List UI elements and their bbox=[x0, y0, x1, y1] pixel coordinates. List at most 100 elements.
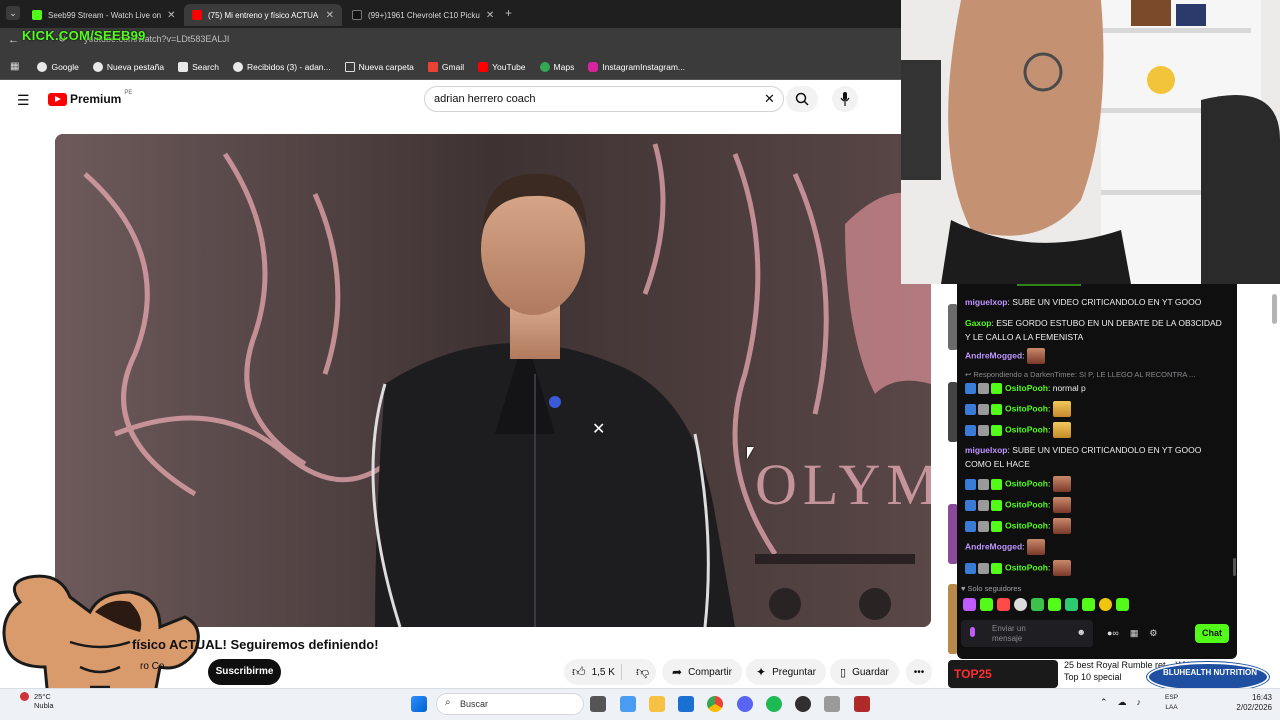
like-button[interactable]: 👍︎ 1,5 K bbox=[564, 664, 622, 680]
cloud-icon[interactable]: ☁ bbox=[1118, 697, 1127, 708]
emote-button[interactable] bbox=[1031, 598, 1044, 611]
kick-favicon-icon bbox=[32, 10, 42, 20]
clock[interactable]: 16:43 2/02/2026 bbox=[1222, 693, 1272, 713]
video-title: físico ACTUAL! Seguiremos definiendo! bbox=[132, 637, 379, 652]
chat-emote bbox=[1052, 422, 1071, 438]
emote-button[interactable] bbox=[1082, 598, 1095, 611]
search-icon bbox=[178, 61, 189, 72]
weather-widget[interactable]: 25°C Nubla bbox=[20, 692, 54, 710]
points-icon[interactable]: ●∞ bbox=[1107, 628, 1119, 639]
file-explorer-icon[interactable] bbox=[649, 696, 665, 712]
emote-button[interactable] bbox=[1014, 598, 1027, 611]
bookmark-search[interactable]: Search bbox=[178, 61, 219, 72]
taskbar bbox=[0, 688, 1280, 720]
task-view-icon[interactable] bbox=[590, 696, 606, 712]
browser-tab-youtube[interactable]: (75) Mi entreno y físico ACTUA ✕ bbox=[184, 4, 342, 26]
emoji-icon[interactable]: ☻ bbox=[1077, 627, 1086, 637]
chat-message: OsitoPooh: bbox=[965, 497, 1227, 513]
chevron-up-icon[interactable]: ⌃ bbox=[1100, 697, 1108, 708]
emote-button[interactable] bbox=[1116, 598, 1129, 611]
chat-message: OsitoPooh: bbox=[965, 476, 1227, 492]
emote-button[interactable] bbox=[1099, 598, 1112, 611]
chat-message: Gaxop: ESE GORDO ESTUBO EN UN DEBATE DE … bbox=[965, 318, 1222, 342]
bookmark-gmail[interactable]: Gmail bbox=[427, 61, 464, 72]
browser-tab-tiktok[interactable]: (99+)1961 Chevrolet C10 Picku ✕ bbox=[344, 4, 496, 26]
chrome-icon[interactable] bbox=[707, 696, 723, 712]
discord-icon[interactable] bbox=[737, 696, 753, 712]
close-tab-icon[interactable]: ✕ bbox=[167, 10, 175, 21]
language-indicator[interactable]: ESP LAA bbox=[1165, 693, 1178, 713]
emote-button[interactable] bbox=[1048, 598, 1061, 611]
store-icon[interactable] bbox=[620, 696, 636, 712]
emote-button[interactable] bbox=[980, 598, 993, 611]
bookmark-new-tab[interactable]: Nueva pestaña bbox=[92, 61, 164, 72]
close-tab-icon[interactable]: ✕ bbox=[326, 10, 334, 21]
save-button[interactable]: ▯ Guardar bbox=[830, 659, 899, 685]
thumbs-up-icon: 👍︎ bbox=[572, 664, 586, 679]
microphone-icon[interactable] bbox=[970, 627, 975, 637]
app-icon[interactable] bbox=[854, 696, 870, 712]
youtube-logo[interactable]: Premium PE bbox=[48, 90, 132, 106]
gear-icon[interactable]: ⚙ bbox=[1149, 628, 1157, 639]
chat-scrollbar[interactable] bbox=[1233, 558, 1236, 576]
chat-emote bbox=[1026, 348, 1045, 364]
user-badges bbox=[965, 403, 1002, 415]
recommended-thumbnail: TOP25 bbox=[948, 660, 1058, 688]
chat-message: OsitoPooh: bbox=[965, 560, 1227, 576]
gift-icon[interactable]: ▦ bbox=[1130, 628, 1139, 639]
emote-button[interactable] bbox=[997, 598, 1010, 611]
user-badges bbox=[965, 499, 1002, 511]
chat-send-button[interactable]: Chat bbox=[1195, 624, 1229, 643]
app-icon[interactable] bbox=[824, 696, 840, 712]
chat-emote bbox=[1052, 518, 1071, 534]
windows-start-icon[interactable] bbox=[411, 696, 427, 712]
obs-icon[interactable] bbox=[795, 696, 811, 712]
share-button[interactable]: ➦ Compartir bbox=[662, 659, 742, 685]
tab-list-button[interactable]: ⌄ bbox=[6, 6, 20, 20]
menu-icon[interactable]: ☰ bbox=[17, 92, 30, 109]
close-tab-icon[interactable]: ✕ bbox=[486, 10, 494, 21]
chat-message: OsitoPooh: normal p bbox=[965, 381, 1227, 395]
voice-search-button[interactable] bbox=[832, 86, 858, 112]
user-badges bbox=[965, 478, 1002, 490]
video-player[interactable]: OLYMPO ✕ bbox=[55, 134, 931, 627]
ask-button[interactable]: ✦ Preguntar bbox=[746, 659, 826, 685]
google-icon bbox=[233, 61, 243, 72]
tab-label: (99+)1961 Chevrolet C10 Picku bbox=[368, 10, 480, 20]
emote-button[interactable] bbox=[1065, 598, 1078, 611]
new-tab-button[interactable]: + bbox=[505, 6, 512, 20]
dislike-button[interactable]: 👎︎ bbox=[628, 664, 649, 680]
chat-input[interactable]: Enviar un mensaje ☻ bbox=[961, 620, 1093, 647]
bookmark-google[interactable]: Google bbox=[37, 61, 79, 72]
bookmark-maps[interactable]: Maps bbox=[539, 61, 574, 72]
notification-badge bbox=[20, 692, 29, 701]
channel-name[interactable]: ro Co bbox=[140, 661, 164, 672]
mic-icon[interactable]: ♪ bbox=[1137, 697, 1142, 708]
search-query: adrian herrero coach bbox=[434, 93, 536, 105]
calendar-icon[interactable] bbox=[678, 696, 694, 712]
followers-only-notice: ♥ Solo seguidores bbox=[961, 584, 1022, 593]
apps-grid-icon[interactable]: ▦ bbox=[10, 61, 19, 72]
tab-label: (75) Mi entreno y físico ACTUA bbox=[208, 10, 319, 20]
spotify-icon[interactable] bbox=[766, 696, 782, 712]
page-scrollbar[interactable] bbox=[1272, 294, 1277, 324]
back-icon[interactable]: ← bbox=[8, 34, 19, 46]
bookmark-instagram[interactable]: InstagramInstagram... bbox=[588, 61, 685, 72]
date: 2/02/2026 bbox=[1236, 703, 1272, 712]
taskbar-search[interactable]: ⌕ Buscar bbox=[436, 693, 584, 715]
time: 16:43 bbox=[1251, 693, 1272, 702]
search-icon bbox=[795, 92, 809, 106]
browser-tab-kick[interactable]: Seeb99 Stream - Watch Live on ✕ bbox=[24, 4, 182, 26]
subscribe-button[interactable]: Suscribirme bbox=[208, 659, 281, 685]
instagram-icon bbox=[588, 61, 599, 72]
more-actions-button[interactable]: ••• bbox=[906, 659, 932, 685]
bookmark-inbox[interactable]: Recibidos (3) - adan... bbox=[233, 61, 331, 72]
bookmark-youtube[interactable]: YouTube bbox=[478, 61, 526, 72]
emote-button[interactable] bbox=[963, 598, 976, 611]
search-button[interactable] bbox=[786, 86, 818, 112]
chat-message: miguelxop: SUBE UN VIDEO CRITICANDOLO EN… bbox=[965, 445, 1202, 469]
map-pin-icon bbox=[539, 61, 550, 72]
weather-desc: Nubla bbox=[34, 701, 54, 710]
clear-search-icon[interactable]: ✕ bbox=[764, 91, 775, 107]
bookmark-folder[interactable]: Nueva carpeta bbox=[344, 61, 414, 72]
